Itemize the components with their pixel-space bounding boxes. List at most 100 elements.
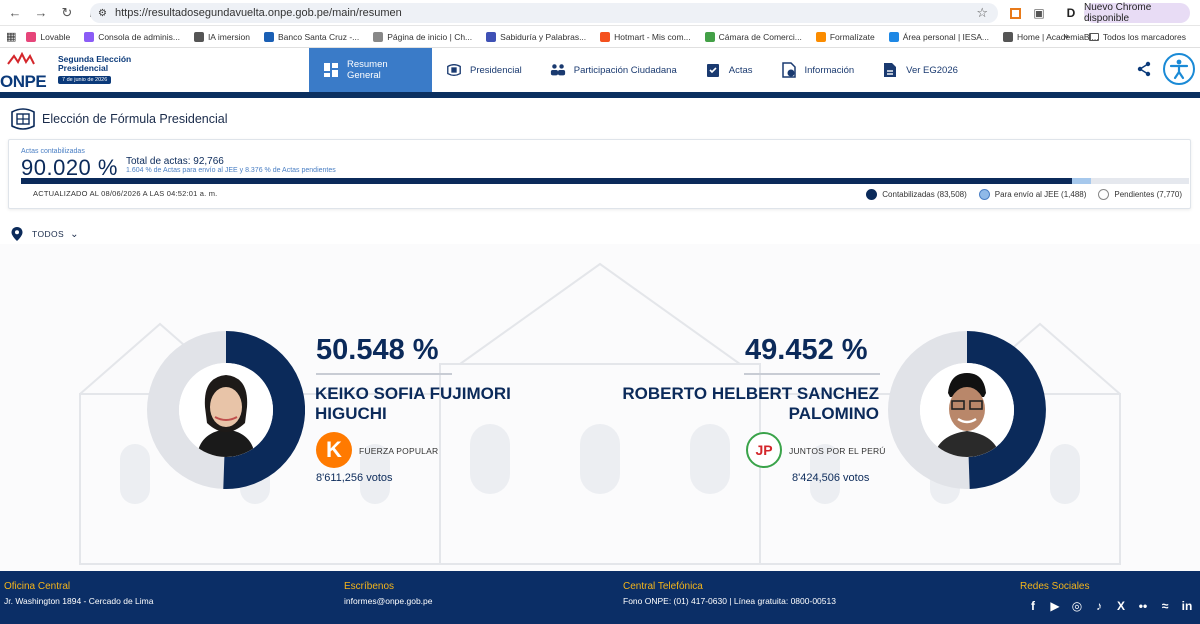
onpe-logo[interactable]: ONPE [0, 52, 56, 91]
bookmark-label: Hotmart - Mis com... [614, 31, 691, 42]
section-title: Elección de Fórmula Presidencial [8, 104, 228, 134]
event-title-line-2: Presidencial [58, 63, 109, 73]
location-filter[interactable]: TODOS ⌄ [10, 226, 79, 242]
progress-legend: Contabilizadas (83,508) Para envío al JEE… [854, 189, 1182, 200]
candidate-1-party: FUERZA POPULAR [359, 446, 439, 456]
site-footer: Oficina Central Jr. Washington 1894 - Ce… [0, 571, 1200, 624]
progress-jee [1072, 178, 1092, 184]
instagram-icon[interactable]: ◎ [1068, 597, 1086, 615]
chevron-down-icon[interactable]: ⌄ [70, 229, 79, 240]
logo-text: ONPE [0, 72, 47, 91]
bookmark-item[interactable]: Formalízate [815, 31, 875, 42]
forward-arrow-icon[interactable]: → [30, 2, 52, 24]
flickr-icon[interactable]: •• [1134, 597, 1152, 615]
menu-item-participaci-n-ciudadana[interactable]: Participación Ciudadana [536, 48, 691, 92]
clipboard-icon [705, 62, 721, 78]
bookmark-label: Cámara de Comerci... [718, 31, 802, 42]
bookmark-item[interactable]: Página de inicio | Ch... [373, 31, 472, 42]
site-header: ONPE Segunda Elección Presidencial 7 de … [0, 48, 1200, 92]
bookmark-favicon-icon [193, 31, 204, 42]
apps-grid-icon[interactable]: ▦ [6, 30, 16, 43]
legend-dot-icon [1098, 189, 1110, 200]
bookmark-label: Sabiduría y Palabras... [500, 31, 587, 42]
footer-office: Oficina Central Jr. Washington 1894 - Ce… [4, 581, 153, 606]
footer-email-link[interactable]: informes@onpe.gob.pe [344, 596, 433, 606]
social-links: f ▶ ◎ ♪ X •• ≈ in [1024, 597, 1200, 615]
info-doc-icon [781, 62, 797, 78]
grid-icon [323, 62, 339, 78]
url-omnibox[interactable]: ⚙ https://resultadosegundavuelta.onpe.go… [90, 3, 998, 23]
extension-icon[interactable] [1006, 4, 1024, 22]
peru-emblem-icon [11, 108, 35, 130]
party-2-logo-text: JP [755, 442, 773, 458]
menu-item-presidencial[interactable]: Presidencial [432, 48, 536, 92]
candidate-1-votes: 8'611,256 votos [316, 472, 393, 484]
bookmark-item[interactable]: Hotmart - Mis com... [600, 31, 691, 42]
bookmark-favicon-icon [26, 31, 37, 42]
bookmark-favicon-icon [373, 31, 384, 42]
actas-progress-bar [21, 178, 1189, 184]
menu-item-resumen-general[interactable]: Resumen General [309, 48, 432, 92]
footer-phone-text: Fono ONPE: (01) 417-0630 | Línea gratuit… [623, 596, 836, 606]
event-title: Segunda Elección Presidencial [58, 55, 131, 73]
candidate-2-party: JUNTOS POR EL PERÚ [789, 446, 886, 456]
candidate-2-photo [920, 363, 1014, 457]
fuerza-popular-logo: K [316, 432, 352, 468]
facebook-icon[interactable]: f [1024, 597, 1042, 615]
spotify-icon[interactable]: ≈ [1156, 597, 1174, 615]
share-icon[interactable] [1136, 61, 1152, 82]
candidate-2-divider [744, 373, 880, 375]
puzzle-icon[interactable]: ▣ [1030, 4, 1048, 22]
bookmark-item[interactable]: Lovable [26, 31, 70, 42]
bookmark-favicon-icon [815, 31, 826, 42]
linkedin-icon[interactable]: in [1178, 597, 1196, 615]
candidate-1-percent: 50.548 % [316, 334, 439, 366]
url-text: https://resultadosegundavuelta.onpe.gob.… [114, 7, 402, 19]
candidate-2-name: ROBERTO HELBERT SANCHEZ PALOMINO [580, 384, 879, 424]
people-icon [550, 62, 566, 78]
menu-item-actas[interactable]: Actas [691, 48, 767, 92]
accessibility-icon[interactable] [1163, 53, 1195, 85]
footer-social: Redes Sociales [1020, 581, 1089, 592]
bookmark-favicon-icon [600, 31, 611, 42]
all-bookmarks-button[interactable]: » Todos los marcadores [1063, 31, 1186, 42]
bookmark-favicon-icon [263, 31, 274, 42]
bookmark-label: Consola de adminis... [98, 31, 180, 42]
menu-item-informaci-n[interactable]: Información [767, 48, 869, 92]
site-info-icon[interactable]: ⚙ [98, 8, 107, 19]
location-pin-icon [11, 227, 23, 241]
party-1-logo-text: K [326, 437, 342, 462]
bookmark-favicon-icon [1003, 31, 1013, 42]
legend-label: Pendientes (7,770) [1114, 190, 1182, 199]
menu-item-ver-eg2026[interactable]: Ver EG2026 [868, 48, 972, 92]
legend-dot-icon [866, 189, 878, 200]
bookmark-favicon-icon [486, 31, 497, 42]
x-icon[interactable]: X [1112, 597, 1130, 615]
legend-label: Para envío al JEE (1,488) [994, 190, 1087, 199]
header-bar [0, 92, 1200, 98]
bookmark-favicon-icon [888, 31, 899, 42]
candidate-1-name-line-2: HIGUCHI [315, 404, 387, 423]
candidate-1-name: KEIKO SOFIA FUJIMORI HIGUCHI [315, 384, 511, 424]
menu-item-label: Ver EG2026 [906, 64, 958, 76]
folder-icon [1088, 32, 1099, 41]
profile-icon[interactable]: D [1062, 4, 1080, 22]
back-arrow-icon[interactable]: ← [4, 2, 26, 24]
bookmark-item[interactable]: IA imersion [193, 31, 250, 42]
bookmark-item[interactable]: Área personal | IESA... [888, 31, 989, 42]
bookmark-item[interactable]: Banco Santa Cruz -... [263, 31, 359, 42]
reload-icon[interactable]: ↻ [56, 2, 78, 24]
tiktok-icon[interactable]: ♪ [1090, 597, 1108, 615]
bookmark-item[interactable]: Sabiduría y Palabras... [486, 31, 587, 42]
candidate-1-photo [179, 363, 273, 457]
youtube-icon[interactable]: ▶ [1046, 597, 1064, 615]
candidate-1-divider [316, 373, 452, 375]
chevron-more-icon[interactable]: » [1063, 31, 1069, 42]
bookmark-item[interactable]: Cámara de Comerci... [704, 31, 802, 42]
chrome-update-button[interactable]: Nuevo Chrome disponible [1084, 2, 1190, 24]
footer-office-text: Jr. Washington 1894 - Cercado de Lima [4, 596, 154, 606]
bookmark-item[interactable]: Consola de adminis... [84, 31, 180, 42]
main-menu: Resumen General Presidencial Participación… [309, 48, 972, 92]
bookmark-star-icon[interactable]: ☆ [976, 5, 988, 21]
ballot-logo-icon [7, 52, 35, 65]
